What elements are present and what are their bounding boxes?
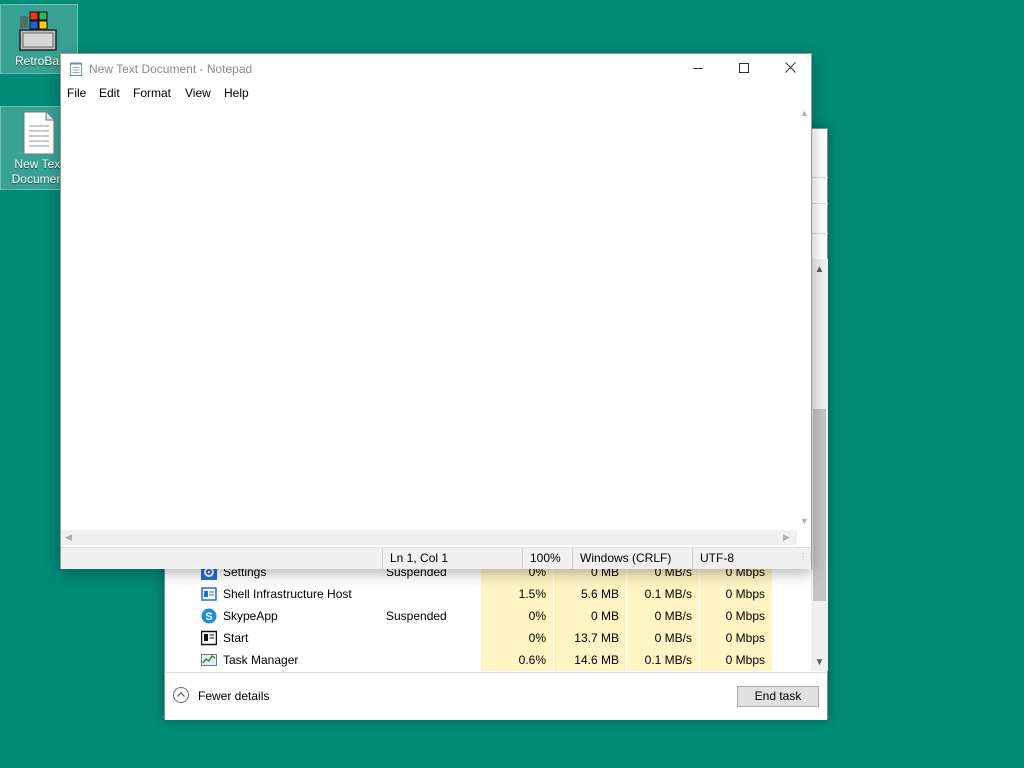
start-icon [201,630,217,646]
table-row[interactable]: Shell Infrastructure Host 1.5% 5.6 MB 0.… [165,583,773,605]
process-cpu: 0% [481,627,554,649]
scroll-up-arrow-icon[interactable]: ▲ [800,108,809,118]
process-disk: 0 MB/s [627,605,700,627]
tm-separator [811,177,828,178]
table-row[interactable]: Start 0% 13.7 MB 0 MB/s 0 Mbps [165,627,773,649]
tm-separator [811,233,828,234]
menu-format[interactable]: Format [133,86,171,100]
process-list-scrollbar[interactable]: ▲ ▼ [811,259,828,671]
process-cpu: 0% [481,605,554,627]
editor-horizontal-scrollbar[interactable]: ◀ ▶ [61,530,797,545]
scroll-right-arrow-icon[interactable]: ▶ [783,532,790,543]
text-document-icon [23,111,55,155]
skype-icon: S [201,608,217,624]
desktop: RetroBar New Text Document Settings Susp… [0,0,1024,768]
process-network: 0 Mbps [700,627,773,649]
process-memory: 0 MB [554,605,627,627]
status-zoom: 100% [522,548,572,569]
process-cpu: 0.6% [481,649,554,671]
shell-host-icon [201,587,217,601]
process-name: Start [223,631,249,645]
retrobar-icon [19,11,57,51]
minimize-icon [693,68,703,69]
close-button[interactable] [767,54,813,83]
process-status: Suspended [386,609,447,623]
process-disk: 0.1 MB/s [627,583,700,605]
process-name: Shell Infrastructure Host [223,587,352,601]
menu-edit[interactable]: Edit [99,86,120,100]
process-disk: 0.1 MB/s [627,649,700,671]
process-name: Task Manager [223,653,299,667]
process-disk: 0 MB/s [627,627,700,649]
close-icon [784,62,796,73]
chevron-up-circle-icon [173,687,189,703]
window-title: New Text Document - Notepad [89,62,253,76]
maximize-button[interactable] [721,54,767,83]
editor-vertical-scrollbar[interactable]: ▲ ▼ [797,104,811,530]
menu-file[interactable]: File [67,86,86,100]
status-cursor-position: Ln 1, Col 1 [382,548,522,569]
minimize-button[interactable] [675,54,721,83]
table-row[interactable]: Task Manager 0.6% 14.6 MB 0.1 MB/s 0 Mbp… [165,649,773,671]
status-encoding: UTF-8 [692,548,797,569]
process-memory: 14.6 MB [554,649,627,671]
menu-view[interactable]: View [185,86,211,100]
menu-bar: File Edit Format View Help [61,84,811,104]
fewer-details-label: Fewer details [198,689,270,703]
status-line-ending: Windows (CRLF) [572,548,692,569]
maximize-icon [739,63,749,73]
scroll-up-arrow-icon[interactable]: ▲ [811,261,828,278]
table-row[interactable]: S SkypeApp Suspended 0% 0 MB 0 MB/s 0 Mb… [165,605,773,627]
process-memory: 5.6 MB [554,583,627,605]
process-memory: 13.7 MB [554,627,627,649]
notepad-window[interactable]: New Text Document - Notepad File Edit Fo… [60,53,815,569]
svg-text:S: S [205,611,212,623]
end-task-button[interactable]: End task [737,686,819,707]
tm-separator [811,203,828,204]
task-manager-footer: Fewer details End task [165,672,827,720]
scrollbar-thumb[interactable] [813,409,826,601]
title-bar[interactable]: New Text Document - Notepad [61,54,811,84]
text-editor-area[interactable] [61,104,797,530]
scroll-left-arrow-icon[interactable]: ◀ [65,532,72,543]
scroll-down-arrow-icon[interactable]: ▼ [800,516,809,526]
process-network: 0 Mbps [700,605,773,627]
process-network: 0 Mbps [700,649,773,671]
process-cpu: 1.5% [481,583,554,605]
task-manager-icon [201,654,217,666]
status-bar: Ln 1, Col 1 100% Windows (CRLF) UTF-8 ⋮⋮ [61,547,815,569]
process-name: SkypeApp [223,609,278,623]
menu-help[interactable]: Help [224,86,249,100]
scroll-down-arrow-icon[interactable]: ▼ [811,654,828,671]
process-network: 0 Mbps [700,583,773,605]
resize-grip-icon[interactable]: ⋮⋮ [799,553,815,566]
notepad-icon [70,62,82,76]
fewer-details-button[interactable]: Fewer details [165,673,285,719]
